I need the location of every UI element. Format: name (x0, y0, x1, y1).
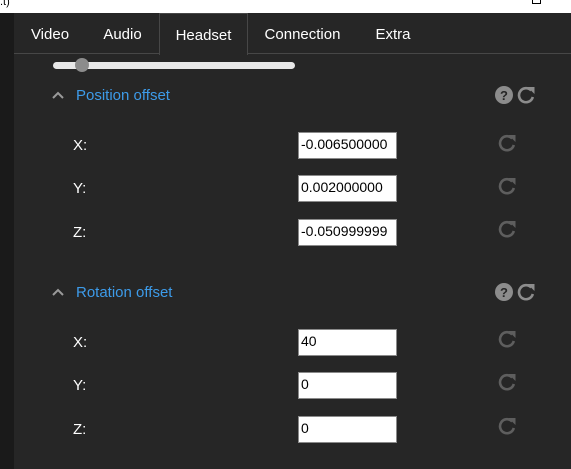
chevron-up-icon (52, 288, 64, 296)
maximize-button[interactable] (532, 0, 541, 4)
left-edge (0, 13, 14, 469)
rotation-y-input[interactable]: 0 (298, 372, 397, 399)
tab-headset[interactable]: Headset (159, 13, 248, 55)
reset-arrow-icon[interactable] (516, 282, 536, 302)
rotation-z-input[interactable]: 0 (298, 416, 397, 443)
reset-arrow-icon[interactable] (497, 219, 517, 239)
svg-text:?: ? (500, 88, 508, 103)
window-title: .t) (0, 0, 10, 8)
rotation-offset-header[interactable]: Rotation offset (51, 283, 251, 303)
slider-thumb[interactable] (75, 58, 89, 72)
question-circle-icon[interactable]: ? (494, 282, 514, 302)
reset-arrow-icon[interactable] (516, 85, 536, 105)
position-z-label: Z: (73, 224, 87, 241)
rotation-z-label: Z: (73, 421, 87, 438)
rotation-x-input[interactable]: 40 (298, 329, 397, 356)
svg-text:?: ? (500, 285, 508, 300)
question-circle-icon[interactable]: ? (494, 85, 514, 105)
position-offset-header[interactable]: Position offset (51, 86, 251, 106)
reset-arrow-icon[interactable] (497, 176, 517, 196)
rotation-offset-title: Rotation offset (76, 284, 173, 301)
position-offset-title: Position offset (76, 87, 170, 104)
reset-arrow-icon[interactable] (497, 416, 517, 436)
position-y-label: Y: (73, 180, 87, 197)
tab-audio[interactable]: Audio (86, 13, 159, 54)
reset-arrow-icon[interactable] (497, 133, 517, 153)
window-titlebar: .t) (0, 0, 571, 13)
rotation-y-label: Y: (73, 377, 87, 394)
tab-bar: Video Audio Headset Connection Extra (14, 13, 571, 55)
tab-extra[interactable]: Extra (357, 13, 429, 54)
reset-arrow-icon[interactable] (497, 372, 517, 392)
position-x-input[interactable]: -0.006500000 (298, 132, 397, 159)
chevron-up-icon (52, 91, 64, 99)
tab-video[interactable]: Video (14, 13, 86, 54)
settings-panel: Video Audio Headset Connection Extra Pos… (14, 13, 571, 469)
position-y-input[interactable]: 0.002000000 (298, 175, 397, 202)
position-z-input[interactable]: -0.050999999 (298, 219, 397, 246)
position-x-label: X: (73, 137, 88, 154)
slider-track[interactable] (53, 62, 295, 69)
reset-arrow-icon[interactable] (497, 329, 517, 349)
rotation-x-label: X: (73, 334, 88, 351)
tab-connection[interactable]: Connection (248, 13, 357, 54)
